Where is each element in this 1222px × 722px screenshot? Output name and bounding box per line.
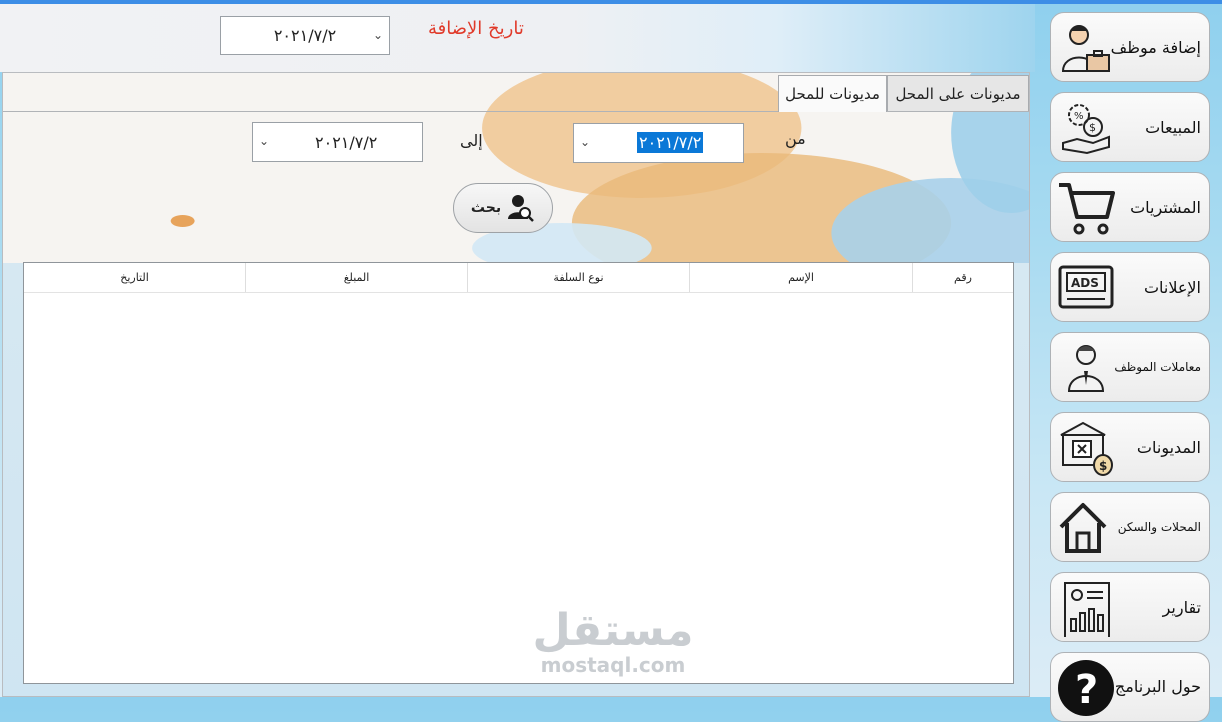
bank-money-bag-icon: $	[1060, 421, 1113, 476]
employee-icon	[1067, 345, 1105, 392]
column-header-number[interactable]: رقم	[913, 263, 1013, 292]
header-bar: ٢٠٢١/٧/٢ ⌄ تاريخ الإضافة	[0, 4, 1035, 72]
tab-debts-for-shop[interactable]: مديونات للمحل	[778, 75, 887, 112]
sidebar-item-label: إضافة موظف	[1110, 37, 1201, 57]
svg-text:ADS: ADS	[1071, 276, 1099, 290]
to-date-picker[interactable]: ⌄ ٢٠٢١/٧/٢	[252, 122, 423, 162]
sidebar-item-about[interactable]: ? حول البرنامج	[1050, 652, 1210, 722]
sidebar-item-purchases[interactable]: المشتريات	[1050, 172, 1210, 242]
watermark-latin: mostaql.com	[540, 653, 686, 677]
employee-briefcase-icon	[1061, 25, 1110, 72]
from-date-picker[interactable]: ⌄ ٢٠٢١/٧/٢	[573, 123, 744, 163]
sidebar-item-reports[interactable]: تقارير	[1050, 572, 1210, 642]
question-icon: ?	[1058, 660, 1114, 716]
column-header-date[interactable]: التاريخ	[24, 263, 246, 292]
chevron-down-icon[interactable]: ⌄	[580, 135, 590, 149]
sidebar-item-debts[interactable]: $ المديونات	[1050, 412, 1210, 482]
column-header-name[interactable]: الإسم	[690, 263, 913, 292]
watermark-arabic: مستقل	[532, 605, 694, 656]
sidebar-item-label: الإعلانات	[1143, 277, 1201, 297]
sidebar-item-label: حول البرنامج	[1114, 677, 1201, 696]
sidebar-item-sales[interactable]: % $ المبيعات	[1050, 92, 1210, 162]
added-date-picker[interactable]: ٢٠٢١/٧/٢ ⌄	[220, 16, 390, 55]
to-label: إلى	[460, 131, 483, 150]
house-icon	[1059, 503, 1107, 553]
sidebar-item-label: المديونات	[1136, 437, 1201, 457]
tab-debts-on-shop[interactable]: مديونات على المحل	[887, 75, 1029, 111]
sidebar-item-ads[interactable]: ADS الإعلانات	[1050, 252, 1210, 322]
sidebar: إضافة موظف % $ المبيعات المشتريات ADS ال…	[1035, 0, 1222, 722]
sidebar-item-label: المبيعات	[1145, 117, 1201, 137]
to-date-value: ٢٠٢١/٧/٢	[315, 133, 378, 152]
chevron-down-icon[interactable]: ⌄	[259, 134, 269, 148]
sidebar-item-shops-housing[interactable]: المحلات والسكن	[1050, 492, 1210, 562]
svg-text:$: $	[1099, 459, 1107, 473]
debts-panel: مديونات على المحل مديونات للمحل ⌄ ٢٠٢١/٧…	[2, 72, 1030, 697]
sidebar-item-label: المشتريات	[1130, 197, 1201, 217]
sidebar-item-add-employee[interactable]: إضافة موظف	[1050, 12, 1210, 82]
sidebar-item-label: المحلات والسكن	[1117, 520, 1201, 534]
svg-text:?: ?	[1075, 667, 1098, 713]
from-date-value: ٢٠٢١/٧/٢	[637, 132, 704, 153]
search-button-label: بحث	[470, 200, 502, 216]
sidebar-item-employee-transactions[interactable]: معاملات الموظف	[1050, 332, 1210, 402]
column-header-amount[interactable]: المبلغ	[246, 263, 468, 292]
ads-screen-icon: ADS	[1058, 265, 1114, 309]
chevron-down-icon[interactable]: ⌄	[373, 28, 383, 42]
user-search-icon	[508, 195, 534, 222]
svg-text:$: $	[1089, 121, 1096, 134]
sales-hand-money-icon: % $	[1062, 104, 1110, 155]
column-header-loan-type[interactable]: نوع السلفة	[468, 263, 690, 292]
from-label: من	[785, 129, 806, 148]
added-date-value: ٢٠٢١/٧/٢	[273, 26, 337, 45]
added-date-label: تاريخ الإضافة	[428, 18, 524, 39]
sidebar-item-label: تقارير	[1162, 597, 1201, 617]
search-button[interactable]: بحث	[453, 183, 553, 233]
report-chart-icon	[1064, 582, 1110, 637]
shopping-cart-icon	[1059, 183, 1115, 235]
sidebar-item-label: معاملات الموظف	[1114, 360, 1201, 374]
svg-text:%: %	[1074, 111, 1084, 122]
table-header: رقم الإسم نوع السلفة المبلغ التاريخ	[24, 263, 1013, 293]
watermark: مستقل mostaql.com	[513, 605, 713, 677]
